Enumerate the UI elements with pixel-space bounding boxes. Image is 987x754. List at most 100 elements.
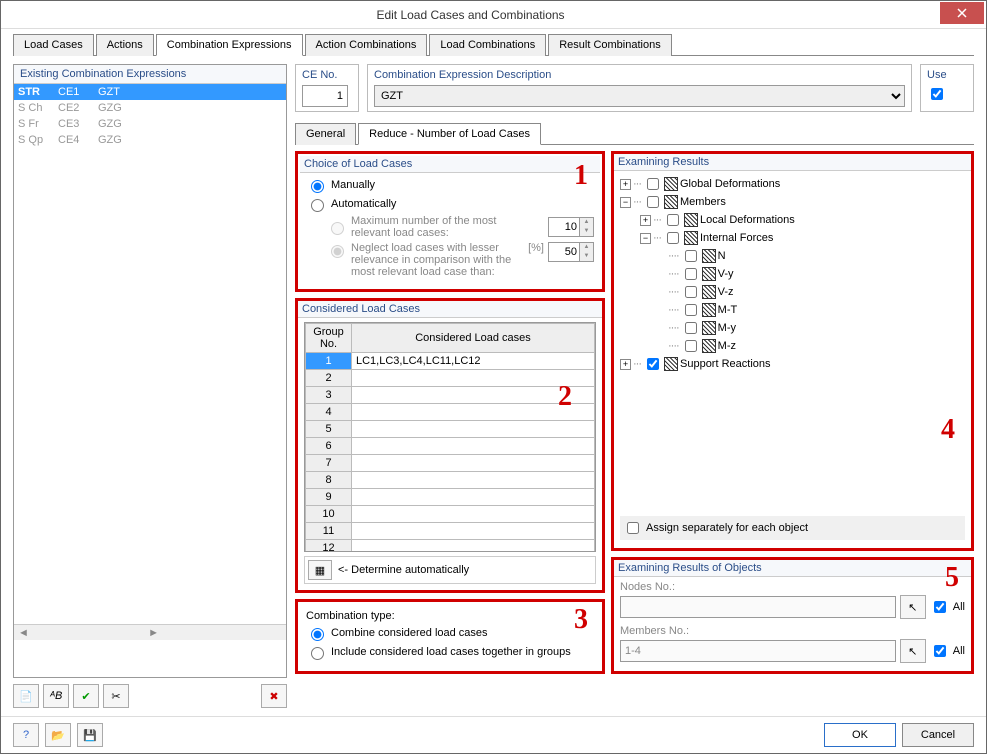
row-desc: GZG — [98, 118, 282, 130]
tree-leaf[interactable]: ····N — [620, 247, 965, 265]
spinner-up-icon[interactable]: ▲ — [580, 243, 593, 252]
table-row[interactable]: 1LC1,LC3,LC4,LC11,LC12 — [306, 353, 595, 370]
tree-node[interactable]: −···Members — [620, 193, 965, 211]
tree-checkbox[interactable] — [685, 340, 697, 352]
neglect-value[interactable] — [549, 243, 579, 261]
tree-node[interactable]: −···Internal Forces — [620, 229, 965, 247]
tab-load-cases[interactable]: Load Cases — [13, 34, 94, 56]
subtab-reduce[interactable]: Reduce - Number of Load Cases — [358, 123, 541, 145]
table-row[interactable]: 7 — [306, 455, 595, 472]
determine-button[interactable]: ▦ — [308, 560, 332, 580]
close-button[interactable] — [940, 2, 984, 24]
existing-row[interactable]: S Qp CE4 GZG — [14, 132, 286, 148]
radio-include-row[interactable]: Include considered load cases together i… — [306, 644, 594, 660]
row-no: CE4 — [58, 134, 98, 146]
subtab-general[interactable]: General — [295, 123, 356, 145]
help-button[interactable]: ? — [13, 723, 39, 747]
tree-checkbox[interactable] — [685, 286, 697, 298]
max-spinner[interactable]: ▲▼ — [548, 217, 594, 237]
tree-leaf[interactable]: ····M-y — [620, 319, 965, 337]
table-row[interactable]: 8 — [306, 472, 595, 489]
tree-checkbox[interactable] — [647, 358, 659, 370]
tree-checkbox[interactable] — [647, 178, 659, 190]
table-row[interactable]: 2 — [306, 370, 595, 387]
horizontal-scrollbar[interactable]: ◄ ► — [14, 624, 286, 640]
results-tree[interactable]: +···Global Deformations −···Members +···… — [620, 175, 965, 514]
ce-no-input[interactable] — [302, 85, 348, 107]
spinner-down-icon[interactable]: ▼ — [580, 252, 593, 261]
spinner-down-icon[interactable]: ▼ — [580, 227, 593, 236]
existing-list-body[interactable]: STR CE1 GZT S Ch CE2 GZG S Fr CE3 GZG — [14, 84, 286, 624]
delete-button[interactable]: ✖ — [261, 684, 287, 708]
considered-grid[interactable]: Group No.Considered Load cases 1LC1,LC3,… — [304, 322, 596, 552]
neglect-spinner[interactable]: ▲▼ — [548, 242, 594, 262]
nodes-all-checkbox[interactable] — [934, 601, 946, 613]
assign-checkbox[interactable] — [627, 522, 639, 534]
radio-combine[interactable] — [311, 628, 324, 641]
new-button[interactable]: 📄 — [13, 684, 39, 708]
tree-checkbox[interactable] — [685, 322, 697, 334]
tree-leaf[interactable]: ····V-z — [620, 283, 965, 301]
radio-auto-row[interactable]: Automatically — [306, 196, 594, 212]
tab-combination-expressions[interactable]: Combination Expressions — [156, 34, 303, 56]
table-row[interactable]: 4 — [306, 404, 595, 421]
desc-label: Combination Expression Description — [374, 69, 905, 81]
use-checkbox[interactable] — [931, 88, 943, 100]
tree-leaf[interactable]: ····M-z — [620, 337, 965, 355]
expand-icon[interactable]: + — [620, 359, 631, 370]
desc-combo[interactable]: GZT — [374, 85, 905, 107]
max-value[interactable] — [549, 218, 579, 236]
radio-auto[interactable] — [311, 199, 324, 212]
ok-button[interactable]: OK — [824, 723, 896, 747]
expand-icon[interactable]: + — [620, 179, 631, 190]
table-row[interactable]: 11 — [306, 523, 595, 540]
save-button[interactable]: 💾 — [77, 723, 103, 747]
row-no: CE3 — [58, 118, 98, 130]
node-icon — [702, 267, 716, 281]
tab-actions[interactable]: Actions — [96, 34, 154, 56]
radio-manual-row[interactable]: Manually — [306, 177, 594, 193]
tree-node[interactable]: +···Local Deformations — [620, 211, 965, 229]
spinner-up-icon[interactable]: ▲ — [580, 218, 593, 227]
tree-leaf[interactable]: ····M-T — [620, 301, 965, 319]
pick-nodes-button[interactable]: ↖ — [900, 595, 926, 619]
tree-node[interactable]: +···Support Reactions — [620, 355, 965, 373]
radio-include[interactable] — [311, 647, 324, 660]
node-icon — [702, 249, 716, 263]
table-row[interactable]: 6 — [306, 438, 595, 455]
tab-result-combinations[interactable]: Result Combinations — [548, 34, 672, 56]
existing-row[interactable]: S Fr CE3 GZG — [14, 116, 286, 132]
existing-row[interactable]: STR CE1 GZT — [14, 84, 286, 100]
tree-checkbox[interactable] — [647, 196, 659, 208]
existing-list-header: Existing Combination Expressions — [14, 65, 286, 84]
tree-checkbox[interactable] — [685, 250, 697, 262]
table-row[interactable]: 12 — [306, 540, 595, 553]
existing-row[interactable]: S Ch CE2 GZG — [14, 100, 286, 116]
pick-members-button[interactable]: ↖ — [900, 639, 926, 663]
tree-checkbox[interactable] — [667, 214, 679, 226]
tab-load-combinations[interactable]: Load Combinations — [429, 34, 546, 56]
table-row[interactable]: 9 — [306, 489, 595, 506]
table-row[interactable]: 10 — [306, 506, 595, 523]
radio-manual[interactable] — [311, 180, 324, 193]
tree-checkbox[interactable] — [667, 232, 679, 244]
open-button[interactable]: 📂 — [45, 723, 71, 747]
collapse-icon[interactable]: − — [620, 197, 631, 208]
nodes-input — [620, 596, 896, 618]
tree-checkbox[interactable] — [685, 304, 697, 316]
members-all-checkbox[interactable] — [934, 645, 946, 657]
cut-button[interactable]: ✂ — [103, 684, 129, 708]
tab-action-combinations[interactable]: Action Combinations — [305, 34, 428, 56]
tree-leaf[interactable]: ····V-y — [620, 265, 965, 283]
cancel-button[interactable]: Cancel — [902, 723, 974, 747]
table-row[interactable]: 5 — [306, 421, 595, 438]
expand-icon[interactable]: + — [640, 215, 651, 226]
rename-button[interactable]: ᴬB — [43, 684, 69, 708]
tree-checkbox[interactable] — [685, 268, 697, 280]
radio-combine-row[interactable]: Combine considered load cases — [306, 625, 594, 641]
collapse-icon[interactable]: − — [640, 233, 651, 244]
table-row[interactable]: 3 — [306, 387, 595, 404]
check-button[interactable]: ✔ — [73, 684, 99, 708]
tree-node[interactable]: +···Global Deformations — [620, 175, 965, 193]
mid-right: 4 Examining Results +···Global Deformati… — [611, 151, 974, 674]
